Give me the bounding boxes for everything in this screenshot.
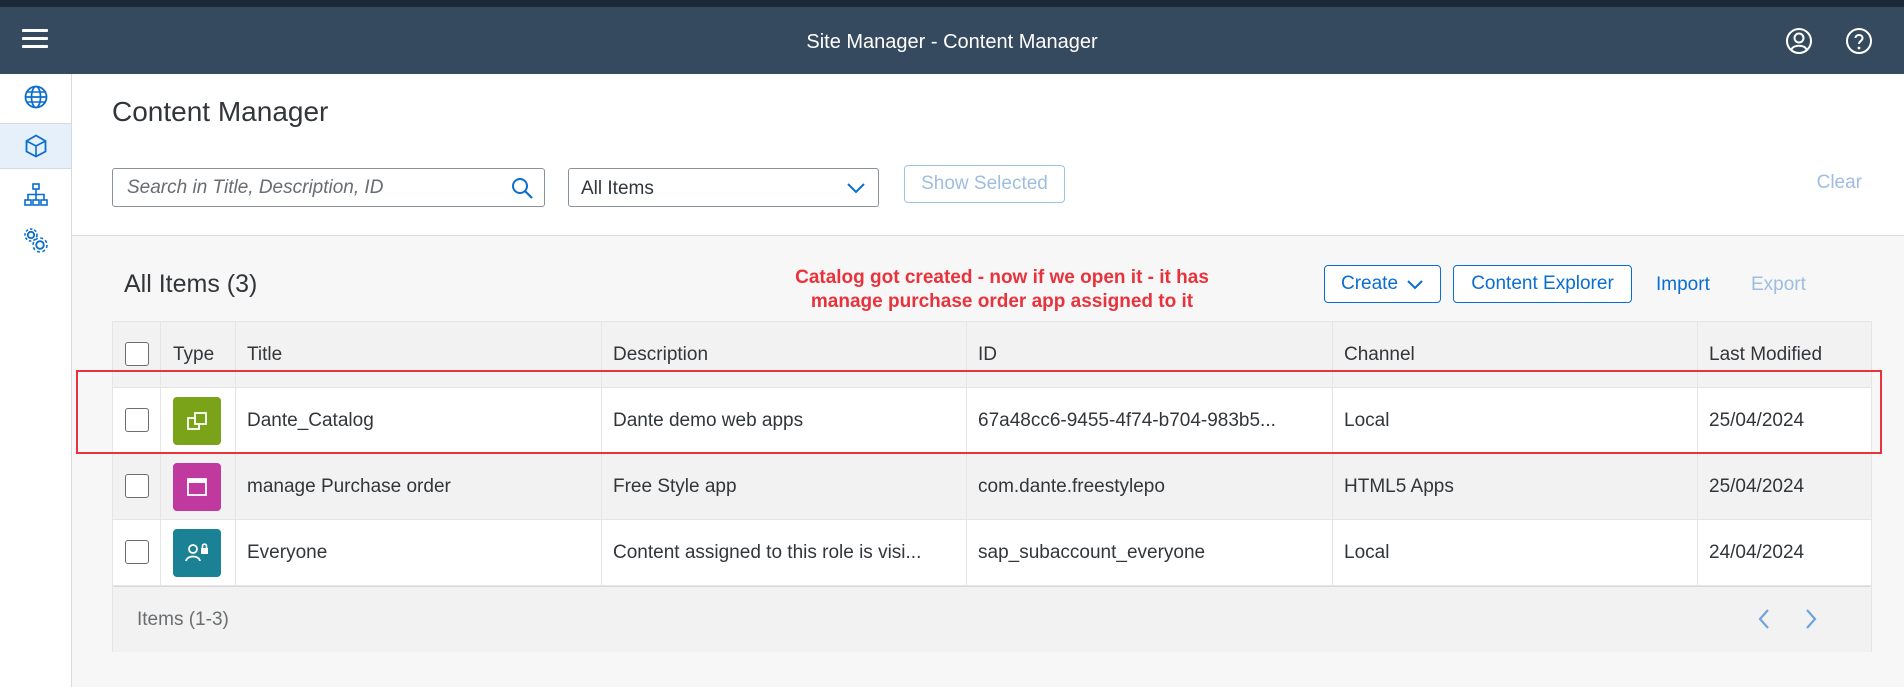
column-description[interactable]: Description — [613, 344, 708, 366]
export-link[interactable]: Export — [1751, 274, 1806, 296]
shell-bar: Site Manager - Content Manager — [0, 7, 1904, 74]
column-divider — [1697, 322, 1698, 586]
items-count: Items (1-3) — [137, 609, 229, 630]
user-profile-icon[interactable] — [1785, 27, 1813, 55]
row-description: Content assigned to this role is visi... — [613, 542, 922, 563]
content-area: All Items (3) Catalog got created - now … — [72, 236, 1904, 687]
app-window-icon — [173, 463, 221, 511]
search-input[interactable] — [113, 169, 493, 206]
content-manager-cube-icon[interactable] — [0, 123, 71, 169]
create-button[interactable]: Create — [1324, 265, 1441, 303]
column-divider — [160, 322, 161, 586]
top-strip — [0, 0, 1904, 7]
row-checkbox[interactable] — [125, 540, 149, 564]
column-divider — [235, 322, 236, 586]
row-channel: Local — [1344, 410, 1390, 431]
page-title: Content Manager — [112, 96, 329, 127]
clear-link[interactable]: Clear — [1817, 172, 1862, 194]
row-description: Dante demo web apps — [613, 410, 804, 431]
sites-globe-icon[interactable] — [0, 74, 71, 120]
annotation-line-2: manage purchase order app assigned to it — [810, 291, 1194, 312]
row-id: com.dante.freestylepo — [978, 476, 1165, 497]
page-header: Content Manager All Items Show Selected … — [72, 74, 1904, 236]
column-type[interactable]: Type — [173, 344, 214, 366]
create-button-label: Create — [1340, 273, 1399, 294]
role-icon — [173, 529, 221, 577]
row-channel: Local — [1344, 542, 1390, 563]
settings-gear-icon[interactable] — [0, 218, 71, 264]
row-checkbox[interactable] — [125, 474, 149, 498]
side-navigation — [0, 74, 72, 687]
table-row[interactable]: manage Purchase order Free Style app com… — [113, 454, 1871, 520]
table-row[interactable]: Dante_Catalog Dante demo web apps 67a48c… — [113, 388, 1871, 454]
column-divider — [601, 322, 602, 586]
import-link[interactable]: Import — [1656, 274, 1710, 296]
annotation-line-1: Catalog got created - now if we open it … — [795, 267, 1209, 288]
content-table: Type Title Description ID Channel Last M… — [112, 321, 1872, 652]
show-selected-button[interactable]: Show Selected — [904, 165, 1065, 203]
select-all-checkbox[interactable] — [125, 342, 149, 366]
chevron-right-icon[interactable] — [1803, 607, 1819, 636]
row-id: 67a48cc6-9455-4f74-b704-983b5... — [978, 410, 1276, 431]
row-last-modified: 25/04/2024 — [1709, 410, 1805, 431]
chevron-down-icon — [1406, 278, 1424, 290]
column-id[interactable]: ID — [978, 344, 997, 366]
row-channel: HTML5 Apps — [1344, 476, 1454, 497]
row-description: Free Style app — [613, 476, 737, 497]
column-title[interactable]: Title — [247, 344, 282, 366]
shell-title: Site Manager - Content Manager — [806, 31, 1098, 53]
row-last-modified: 25/04/2024 — [1709, 476, 1805, 497]
row-title[interactable]: manage Purchase order — [247, 476, 597, 498]
row-id: sap_subaccount_everyone — [978, 542, 1206, 563]
row-title[interactable]: Everyone — [247, 542, 597, 564]
column-divider — [1332, 322, 1333, 586]
search-icon[interactable] — [510, 176, 534, 205]
row-checkbox[interactable] — [125, 408, 149, 432]
filter-select-value: All Items — [581, 178, 654, 199]
table-footer: Items (1-3) — [113, 586, 1871, 652]
site-hierarchy-icon[interactable] — [0, 172, 71, 218]
chevron-left-icon[interactable] — [1756, 607, 1772, 636]
row-last-modified: 24/04/2024 — [1709, 542, 1805, 563]
table-title: All Items (3) — [124, 270, 258, 298]
help-icon[interactable] — [1845, 27, 1873, 55]
catalog-icon — [173, 397, 221, 445]
filter-select[interactable]: All Items — [568, 168, 879, 207]
table-header: Type Title Description ID Channel Last M… — [113, 322, 1871, 388]
search-field[interactable] — [112, 168, 545, 207]
column-last-modified[interactable]: Last Modified — [1709, 344, 1822, 366]
chevron-down-icon — [846, 181, 866, 200]
annotation-text: Catalog got created - now if we open it … — [712, 266, 1292, 314]
row-title[interactable]: Dante_Catalog — [247, 410, 597, 432]
content-explorer-button[interactable]: Content Explorer — [1453, 265, 1632, 303]
column-divider — [966, 322, 967, 586]
column-channel[interactable]: Channel — [1344, 344, 1415, 366]
table-row[interactable]: Everyone Content assigned to this role i… — [113, 520, 1871, 586]
